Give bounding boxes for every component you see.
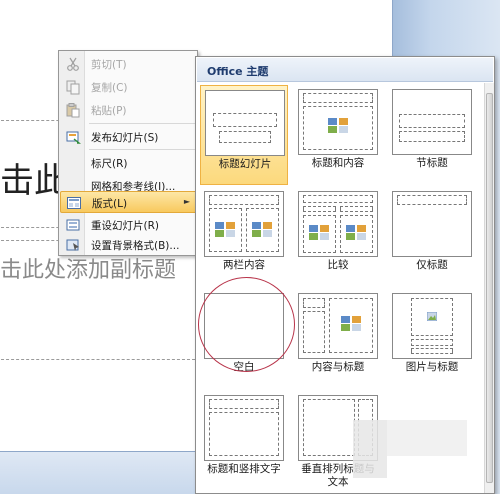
- layout-title-and-vertical-text[interactable]: 标题和竖排文字: [200, 391, 288, 491]
- layout-picture-with-caption[interactable]: 图片与标题: [388, 289, 476, 389]
- cut-icon: [65, 56, 81, 72]
- watermark-block: [353, 420, 387, 478]
- layout-label: 两栏内容: [223, 259, 265, 271]
- gallery-header-title: Office 主题: [207, 65, 269, 78]
- layout-label: 仅标题: [416, 259, 448, 271]
- layout-label: 节标题: [416, 157, 448, 169]
- copy-icon: [65, 79, 81, 95]
- layout-label: 标题和竖排文字: [207, 463, 281, 475]
- scrollbar-thumb[interactable]: [486, 93, 493, 483]
- layout-two-content[interactable]: 两栏内容: [200, 187, 288, 287]
- layout-icon: [66, 195, 82, 211]
- layout-title-only[interactable]: 仅标题: [388, 187, 476, 287]
- context-menu: 剪切(T) 复制(C) 粘贴(P) 发布幻灯片(S) 标尺(R) 网格和参考线(…: [58, 50, 198, 256]
- layout-thumbnail: [392, 89, 472, 155]
- annotation-circle: [198, 277, 295, 372]
- layout-content-with-caption[interactable]: 内容与标题: [294, 289, 382, 389]
- gallery-header: Office 主题: [197, 58, 493, 82]
- gallery-scrollbar[interactable]: [484, 83, 494, 493]
- menu-item-format-background[interactable]: 设置背景格式(B)...: [60, 234, 197, 256]
- watermark-block: [387, 420, 467, 456]
- format-background-icon: [65, 237, 81, 253]
- menu-item-paste[interactable]: 粘贴(P): [60, 99, 197, 121]
- layout-label: 比较: [327, 259, 349, 271]
- menu-item-ruler[interactable]: 标尺(R): [60, 152, 197, 174]
- menu-item-label: 发布幻灯片(S): [91, 132, 159, 144]
- layout-thumbnail: [298, 89, 378, 155]
- layout-label: 内容与标题: [311, 361, 365, 373]
- menu-item-copy[interactable]: 复制(C): [60, 76, 197, 98]
- menu-item-publish-slides[interactable]: 发布幻灯片(S): [60, 126, 197, 148]
- menu-separator: [89, 149, 195, 150]
- menu-item-label: 重设幻灯片(R): [91, 220, 159, 232]
- subtitle-placeholder-text: 击此处添加副标题: [0, 258, 177, 283]
- layout-title-and-content[interactable]: 标题和内容: [294, 85, 382, 185]
- reset-slide-icon: [65, 217, 81, 233]
- publish-slides-icon: [65, 129, 81, 145]
- layout-thumbnail: [205, 90, 285, 156]
- layout-label: 标题幻灯片: [218, 158, 272, 170]
- menu-item-label: 粘贴(P): [91, 105, 127, 117]
- layout-thumbnail: [204, 395, 284, 461]
- menu-item-label: 复制(C): [91, 82, 128, 94]
- menu-item-label: 剪切(T): [91, 59, 127, 71]
- layout-thumbnail: [204, 191, 284, 257]
- menu-item-reset-slide[interactable]: 重设幻灯片(R): [60, 214, 197, 236]
- menu-item-label: 设置背景格式(B)...: [91, 240, 180, 252]
- menu-item-label: 版式(L): [92, 198, 128, 210]
- layout-thumbnail: [392, 191, 472, 257]
- submenu-arrow-icon: ►: [183, 197, 190, 206]
- layout-label: 图片与标题: [405, 361, 459, 373]
- layout-title-slide[interactable]: 标题幻灯片: [200, 85, 288, 185]
- layout-label: 标题和内容: [311, 157, 365, 169]
- menu-item-label: 标尺(R): [91, 158, 128, 170]
- layout-thumbnail: [298, 293, 378, 359]
- menu-separator: [89, 123, 195, 124]
- layout-comparison[interactable]: 比较: [294, 187, 382, 287]
- content-placeholder-icon: [328, 118, 348, 133]
- menu-item-cut[interactable]: 剪切(T): [60, 53, 197, 75]
- paste-icon: [65, 102, 81, 118]
- layout-thumbnail: [392, 293, 472, 359]
- layout-section-header[interactable]: 节标题: [388, 85, 476, 185]
- layout-thumbnail: [298, 191, 378, 257]
- menu-item-layout[interactable]: 版式(L) ►: [60, 191, 197, 213]
